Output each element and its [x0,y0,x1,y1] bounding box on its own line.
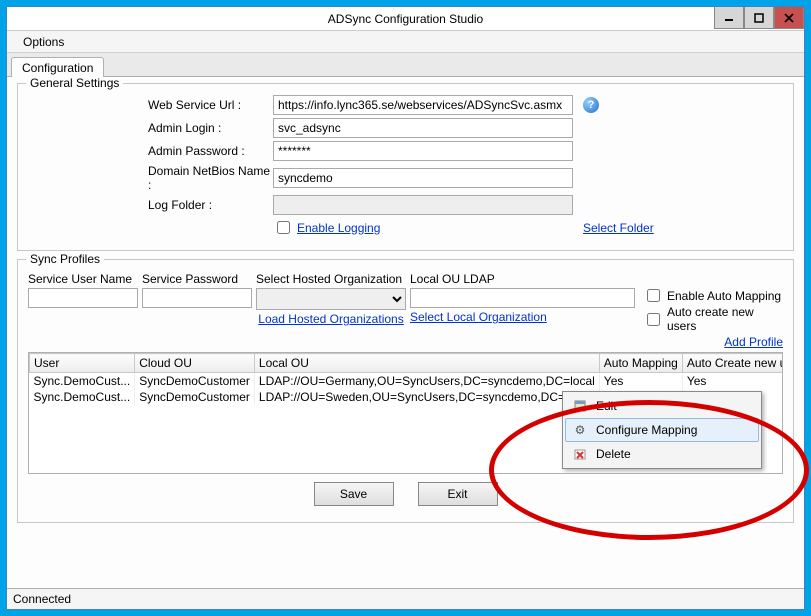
col-auto-mapping[interactable]: Auto Mapping [599,354,682,373]
general-settings-group: General Settings Web Service Url : ? Adm… [17,83,794,251]
local-ou-ldap-label: Local OU LDAP [410,272,635,286]
enable-auto-mapping-label: Enable Auto Mapping [667,289,781,303]
col-local-ou[interactable]: Local OU [254,354,599,373]
general-settings-legend: General Settings [26,77,123,90]
add-profile-link[interactable]: Add Profile [724,335,783,349]
gear-icon: ⚙ [572,422,588,438]
admin-password-label: Admin Password : [148,144,273,158]
load-hosted-orgs-link[interactable]: Load Hosted Organizations [258,312,403,326]
sync-profiles-group: Sync Profiles Service User Name Service … [17,259,794,523]
content-area: General Settings Web Service Url : ? Adm… [7,77,804,588]
enable-logging-label[interactable]: Enable Logging [297,221,380,235]
context-menu: Edit ⚙ Configure Mapping Delete [562,391,762,469]
context-menu-delete[interactable]: Delete [565,442,759,466]
menu-options[interactable]: Options [15,33,72,51]
local-ou-ldap-input[interactable] [410,288,635,308]
service-user-name-label: Service User Name [28,272,138,286]
col-cloud-ou[interactable]: Cloud OU [135,354,255,373]
select-folder-link[interactable]: Select Folder [583,221,654,235]
admin-login-input[interactable] [273,118,573,138]
select-local-org-link[interactable]: Select Local Organization [410,310,547,324]
profiles-grid[interactable]: User Cloud OU Local OU Auto Mapping Auto… [28,352,783,474]
admin-login-label: Admin Login : [148,121,273,135]
sync-profiles-inputs: Service User Name Service Password Selec… [28,272,783,333]
statusbar: Connected [7,588,804,609]
auto-create-new-users-label: Auto create new users [667,305,783,333]
status-text: Connected [13,592,71,606]
domain-netbios-input[interactable] [273,168,573,188]
titlebar-buttons [714,7,804,29]
save-button[interactable]: Save [314,482,394,506]
col-auto-create[interactable]: Auto Create new users [682,354,783,373]
service-user-name-input[interactable] [28,288,138,308]
exit-button[interactable]: Exit [418,482,498,506]
close-button[interactable] [774,7,804,29]
tabstrip: Configuration [7,53,804,77]
enable-auto-mapping-checkbox[interactable] [647,289,660,302]
select-hosted-org-label: Select Hosted Organization [256,272,406,286]
menubar: Options [7,31,804,53]
delete-icon [572,446,588,462]
log-folder-label: Log Folder : [148,198,273,212]
auto-create-new-users-checkbox[interactable] [647,313,660,326]
web-service-url-label: Web Service Url : [148,98,273,112]
web-service-url-input[interactable] [273,95,573,115]
admin-password-input[interactable] [273,141,573,161]
app-window: ADSync Configuration Studio Options Conf… [6,6,805,610]
table-row[interactable]: Sync.DemoCust... SyncDemoCustomer LDAP:/… [30,373,784,390]
form-buttons: Save Exit [28,474,783,512]
sync-profiles-legend: Sync Profiles [26,252,104,266]
hosted-org-select[interactable] [256,288,406,310]
col-user[interactable]: User [30,354,135,373]
service-password-input[interactable] [142,288,252,308]
context-menu-edit[interactable]: Edit [565,394,759,418]
context-menu-configure-mapping[interactable]: ⚙ Configure Mapping [565,418,759,442]
service-password-label: Service Password [142,272,252,286]
titlebar: ADSync Configuration Studio [7,7,804,31]
maximize-button[interactable] [744,7,774,29]
domain-netbios-label: Domain NetBios Name : [148,164,273,192]
minimize-button[interactable] [714,7,744,29]
log-folder-input[interactable] [273,195,573,215]
window-title: ADSync Configuration Studio [328,12,483,26]
help-icon[interactable]: ? [583,97,599,113]
enable-logging-checkbox[interactable] [277,221,290,234]
edit-icon [572,398,588,414]
tab-configuration[interactable]: Configuration [11,57,104,77]
